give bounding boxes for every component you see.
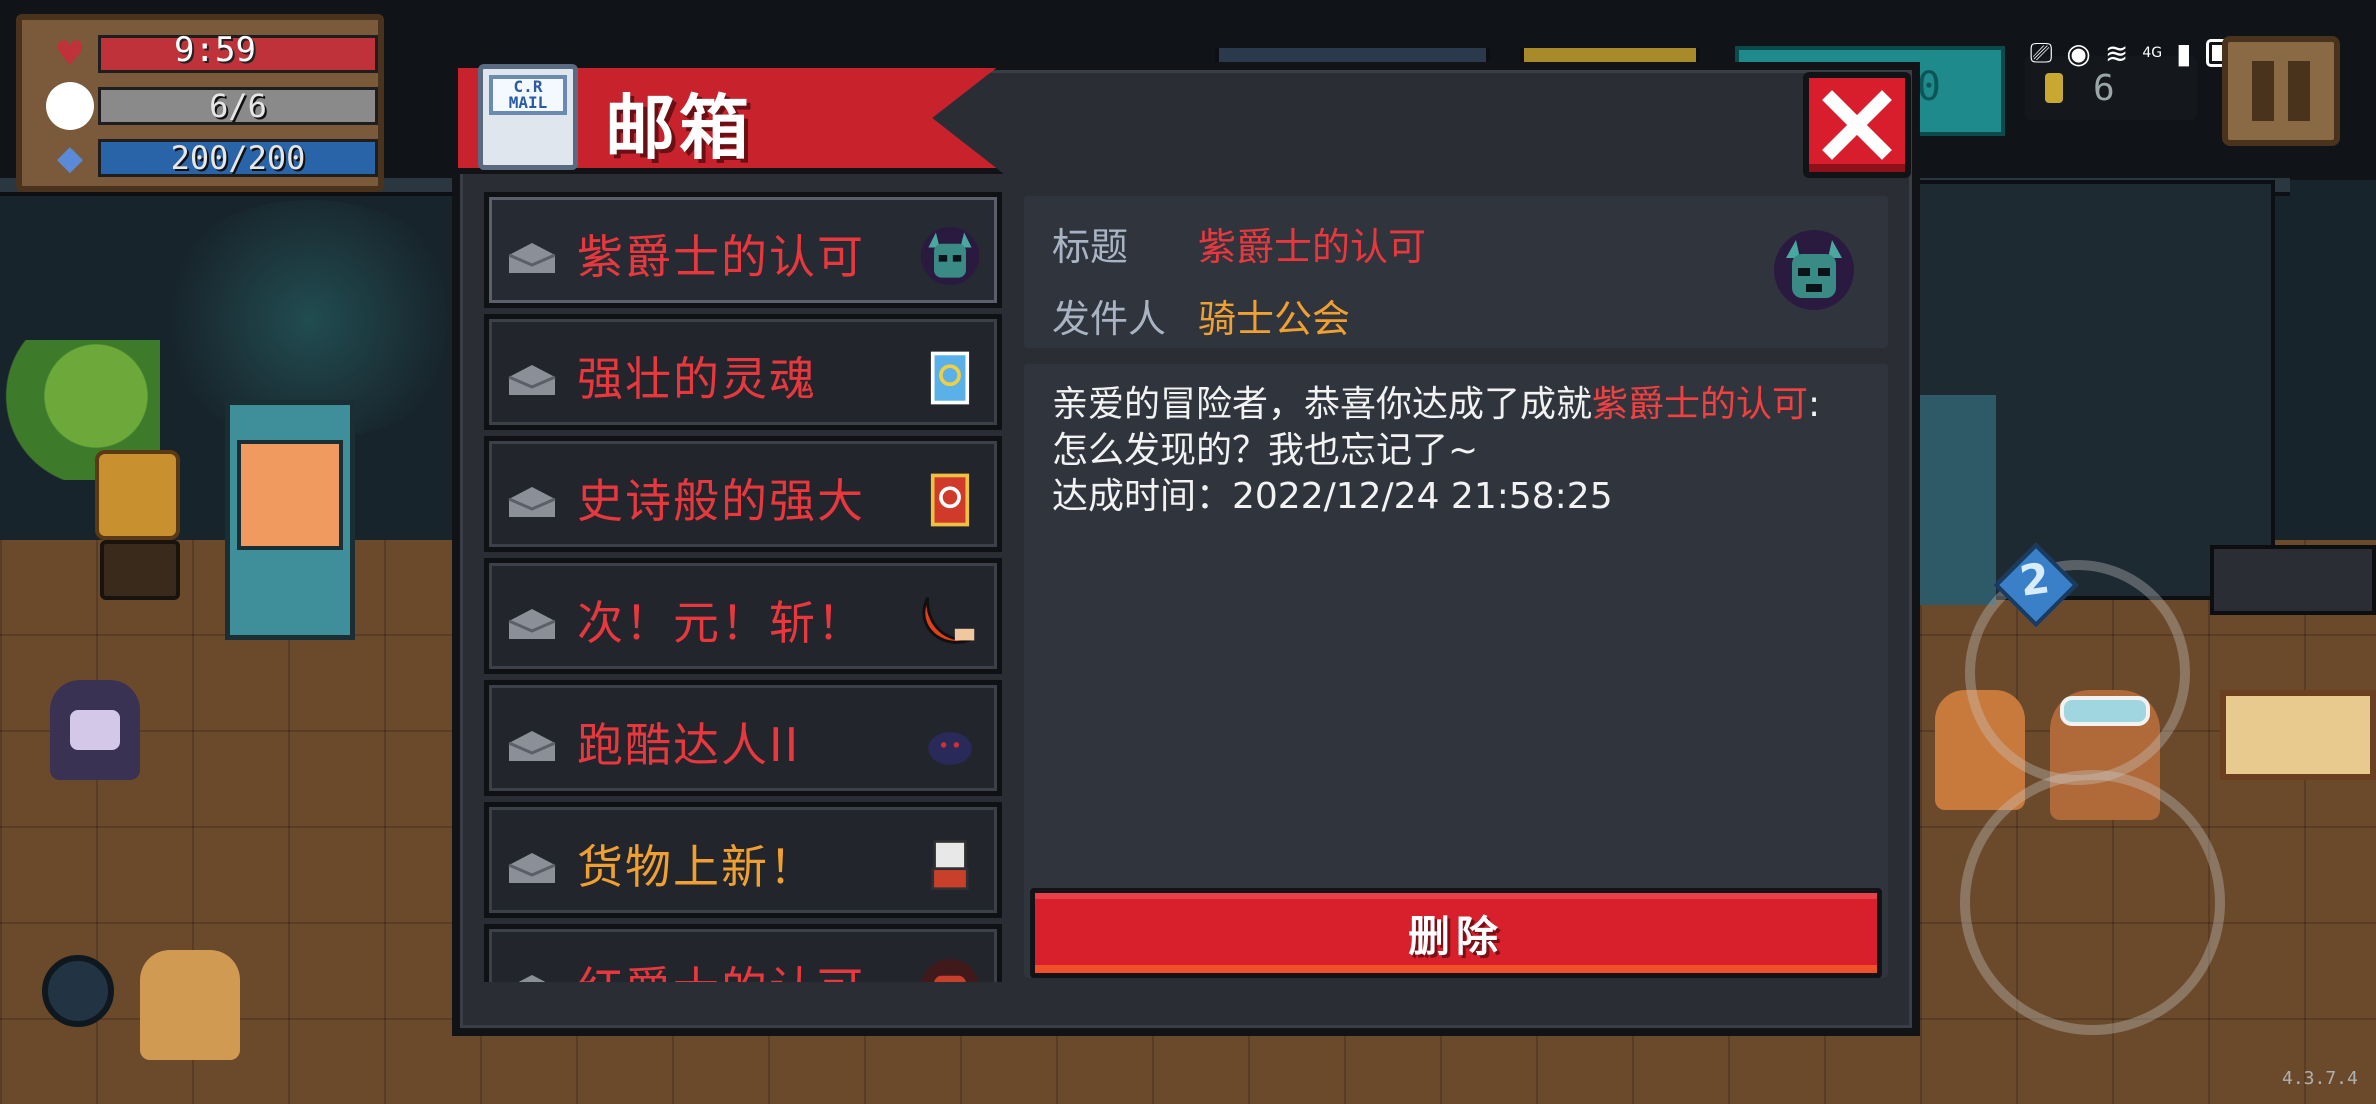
network-label: 4G xyxy=(2142,45,2163,61)
version-label: 4.3.7.4 xyxy=(2282,1068,2358,1089)
energy-crystal-icon: ◆ xyxy=(56,138,84,178)
mail-item-label: 次！元！斩！ xyxy=(577,596,865,650)
gem-count-text: 0 xyxy=(1916,64,1941,110)
red-card-icon xyxy=(917,467,983,533)
mail-envelope-icon: C.R MAIL xyxy=(478,64,578,170)
signal-icon: ▮ xyxy=(2176,36,2192,70)
shop-counter xyxy=(2210,545,2376,615)
energy-bar: 200/200 xyxy=(98,139,378,177)
plant-pot xyxy=(100,540,180,600)
envelope-icon xyxy=(508,243,556,273)
mail-list[interactable]: 紫爵士的认可强壮的灵魂史诗般的强大次！元！斩！ 跑酷达人II 货物上新！ 红爵士的认可 xyxy=(484,192,1002,982)
mail-item[interactable]: 紫爵士的认可 xyxy=(484,192,1002,308)
mail-item[interactable]: 强壮的灵魂 xyxy=(484,314,1002,430)
shadow-ninja-icon xyxy=(917,711,983,777)
armor-text: 6/6 xyxy=(209,87,267,125)
mail-item-label: 跑酷达人II xyxy=(577,718,801,772)
mail-item-label: 史诗般的强大 xyxy=(577,474,865,528)
pillar-panel xyxy=(1920,395,1996,605)
npc-dark-knight xyxy=(50,680,140,780)
envelope-icon xyxy=(508,365,556,395)
armor-bar: 6/6 xyxy=(98,87,378,125)
subject-value: 紫爵士的认可 xyxy=(1198,225,1427,269)
golden-idol-statue xyxy=(95,450,180,540)
achievement-time: 达成时间：2022/12/24 21:58:25 xyxy=(1052,476,1613,517)
subject-label: 标题 xyxy=(1052,225,1129,269)
mail-item[interactable]: 红爵士的认可 xyxy=(484,924,1002,982)
envelope-icon xyxy=(508,731,556,761)
mail-logo-text: C.R MAIL xyxy=(508,77,548,112)
mail-item[interactable]: 跑酷达人II xyxy=(484,680,1002,796)
pause-icon xyxy=(2252,61,2274,121)
close-button[interactable] xyxy=(1803,72,1911,178)
red-helmet-icon xyxy=(917,955,983,982)
cast-icon: ⎚ xyxy=(2030,36,2053,69)
body-prefix: 亲爱的冒险者，恭喜你达成了成就 xyxy=(1052,384,1593,425)
clock-time: 9:59 xyxy=(174,30,256,70)
mail-item[interactable]: 次！元！斩！ xyxy=(484,558,1002,674)
energy-row: ◆ 200/200 xyxy=(52,138,378,178)
sender-label: 发件人 xyxy=(1052,297,1167,341)
heart-icon: ♥ xyxy=(54,34,86,74)
npc-dog xyxy=(140,950,240,1060)
envelope-icon xyxy=(518,975,546,982)
attack-button[interactable] xyxy=(1960,770,2225,1035)
blue-card-icon xyxy=(917,345,983,411)
mail-item-label: 红爵士的认可 xyxy=(577,961,897,982)
close-x-icon xyxy=(1822,90,1892,160)
energy-text: 200/200 xyxy=(170,139,306,177)
delete-label: 删除 xyxy=(1407,911,1504,961)
mail-item-label: 紫爵士的认可 xyxy=(577,230,865,284)
pause-button[interactable] xyxy=(2222,36,2340,146)
gacha-machine-window xyxy=(237,440,343,550)
wifi-icon: ≋ xyxy=(2104,36,2129,70)
crescent-blade-icon xyxy=(917,589,983,655)
body-highlight: 紫爵士的认可 xyxy=(1592,384,1809,425)
floating-assist-button[interactable] xyxy=(46,82,94,130)
notice-board xyxy=(2220,690,2376,780)
envelope-icon xyxy=(508,853,556,883)
mail-item[interactable]: 史诗般的强大 xyxy=(484,436,1002,552)
mail-item-label: 货物上新！ xyxy=(577,840,817,894)
envelope-icon xyxy=(508,609,556,639)
barrel xyxy=(42,955,114,1027)
purple-helmet-icon xyxy=(1774,230,1854,310)
mail-item[interactable]: 货物上新！ xyxy=(484,802,1002,918)
eye-icon: ◉ xyxy=(2066,36,2091,70)
delete-button[interactable]: 删除 xyxy=(1030,888,1882,978)
envelope-icon xyxy=(508,487,556,517)
sender-value: 骑士公会 xyxy=(1198,297,1351,341)
weapon-swap-ring[interactable] xyxy=(1965,560,2190,785)
mail-item-label: 强壮的灵魂 xyxy=(577,352,817,406)
armor-row: ⬢ 6/6 xyxy=(52,86,378,126)
mail-body-text: 亲爱的冒险者，恭喜你达成了成就紫爵士的认可:怎么发现的？我也忘记了~ 达成时间：… xyxy=(1052,382,1852,520)
merchant-icon xyxy=(917,833,983,899)
mailbox-title: 邮箱 xyxy=(605,87,753,169)
purple-helmet-icon xyxy=(917,223,983,289)
